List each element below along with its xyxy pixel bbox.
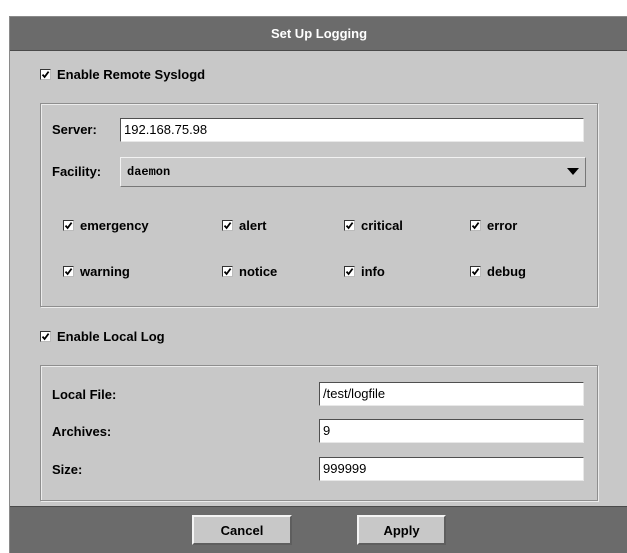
local-file-label: Local File: <box>52 387 117 402</box>
facility-select[interactable]: daemon <box>120 157 586 187</box>
checkmark-icon <box>344 220 355 231</box>
checkmark-icon <box>63 220 74 231</box>
cancel-button[interactable]: Cancel <box>192 515 292 545</box>
checkmark-icon <box>222 220 233 231</box>
dialog-title: Set Up Logging <box>10 17 627 51</box>
dialog-footer: Cancel Apply <box>10 506 627 553</box>
size-label: Size: <box>52 462 83 477</box>
server-label: Server: <box>52 122 97 137</box>
level-debug-checkbox[interactable]: debug <box>470 264 526 279</box>
archives-label: Archives: <box>52 424 112 439</box>
enable-remote-syslogd-checkbox[interactable]: Enable Remote Syslogd <box>40 67 205 82</box>
archives-input[interactable]: 9 <box>319 419 584 443</box>
checkmark-icon <box>470 266 481 277</box>
enable-local-log-checkbox[interactable]: Enable Local Log <box>40 329 165 344</box>
level-label: alert <box>239 218 267 233</box>
level-error-checkbox[interactable]: error <box>470 218 517 233</box>
enable-local-log-label: Enable Local Log <box>57 329 165 344</box>
checkmark-icon <box>344 266 355 277</box>
level-label: critical <box>361 218 403 233</box>
level-label: warning <box>80 264 130 279</box>
facility-value: daemon <box>127 165 171 179</box>
facility-label: Facility: <box>52 164 102 179</box>
level-label: info <box>361 264 385 279</box>
remote-syslog-group: Server: 192.168.75.98 Facility: daemon e… <box>40 103 598 307</box>
checkmark-icon <box>63 266 74 277</box>
checkmark-icon <box>222 266 233 277</box>
level-label: error <box>487 218 518 233</box>
level-label: debug <box>487 264 526 279</box>
level-info-checkbox[interactable]: info <box>344 264 385 279</box>
local-file-input[interactable]: /test/logfile <box>319 382 584 406</box>
local-log-group: Local File: /test/logfile Archives: 9 Si… <box>40 365 598 501</box>
checkmark-icon <box>470 220 481 231</box>
level-warning-checkbox[interactable]: warning <box>63 264 130 279</box>
level-label: notice <box>239 264 278 279</box>
size-input[interactable]: 999999 <box>319 457 584 481</box>
apply-button[interactable]: Apply <box>357 515 446 545</box>
level-emergency-checkbox[interactable]: emergency <box>63 218 149 233</box>
server-input[interactable]: 192.168.75.98 <box>120 118 584 142</box>
level-alert-checkbox[interactable]: alert <box>222 218 266 233</box>
triangle-down-icon[interactable] <box>561 168 585 176</box>
checkmark-icon <box>40 331 51 342</box>
level-critical-checkbox[interactable]: critical <box>344 218 403 233</box>
level-notice-checkbox[interactable]: notice <box>222 264 277 279</box>
level-label: emergency <box>80 218 149 233</box>
checkmark-icon <box>40 69 51 80</box>
set-up-logging-dialog: Set Up Logging Enable Remote Syslogd Ser… <box>9 16 627 553</box>
enable-remote-syslogd-label: Enable Remote Syslogd <box>57 67 206 82</box>
